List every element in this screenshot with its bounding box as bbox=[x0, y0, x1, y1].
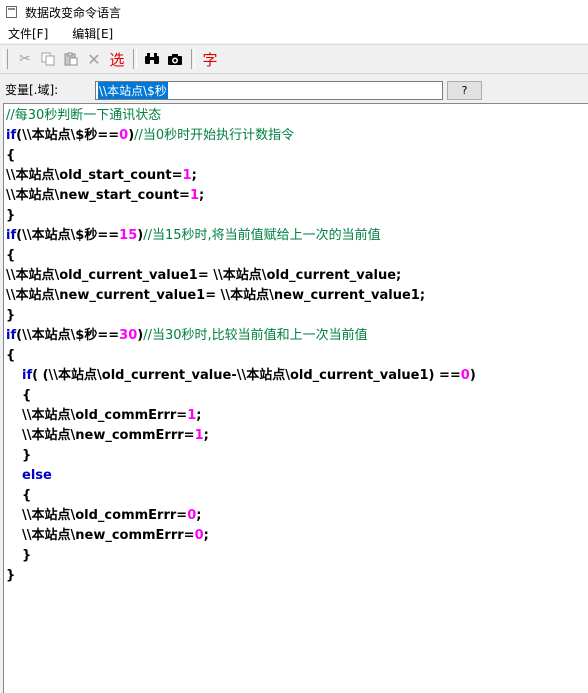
code-line: \\本站点\old_current_value1= \\本站点\old_curr… bbox=[4, 266, 588, 286]
code-keyword: if bbox=[6, 128, 17, 143]
variable-bar: 变量[.域]: \\本站点\$秒 ? bbox=[0, 76, 588, 102]
variable-input[interactable]: \\本站点\$秒 bbox=[95, 81, 443, 100]
code-text: (\\本站点\$秒== bbox=[16, 328, 120, 343]
code-number: 30 bbox=[119, 328, 138, 343]
code-line: if(\\本站点\$秒==0)//当0秒时开始执行计数指令 bbox=[4, 126, 588, 146]
copy-icon[interactable] bbox=[37, 48, 59, 70]
code-line: \\本站点\old_start_count=1; bbox=[4, 166, 588, 186]
code-text: } bbox=[6, 208, 16, 223]
code-line: { bbox=[4, 486, 588, 506]
code-text: \\本站点\new_commErrr= bbox=[22, 428, 195, 443]
code-text: ) bbox=[469, 368, 476, 383]
code-text: } bbox=[22, 448, 32, 463]
code-comment: //每30秒判断一下通讯状态 bbox=[6, 108, 162, 123]
code-text: (\\本站点\$秒== bbox=[16, 128, 120, 143]
code-text: \\本站点\old_commErrr= bbox=[22, 408, 188, 423]
code-text: { bbox=[22, 388, 32, 403]
code-keyword: if bbox=[6, 328, 17, 343]
code-text: } bbox=[6, 568, 16, 583]
code-text: \\本站点\new_current_value1= \\本站点\new_curr… bbox=[6, 288, 426, 303]
toolbar: ✂ ✕ 选 字 bbox=[0, 44, 588, 74]
code-text: ; bbox=[196, 408, 202, 423]
code-line: { bbox=[4, 386, 588, 406]
code-number: 0 bbox=[460, 368, 470, 383]
code-line: { bbox=[4, 146, 588, 166]
code-text: (\\本站点\$秒== bbox=[16, 228, 120, 243]
toolbar-separator bbox=[133, 49, 137, 69]
code-number: 1 bbox=[182, 168, 192, 183]
code-line: if( (\\本站点\old_current_value-\\本站点\old_c… bbox=[4, 366, 588, 386]
code-number: 15 bbox=[119, 228, 138, 243]
code-text: \\本站点\old_commErrr= bbox=[22, 508, 188, 523]
code-text: \\本站点\new_commErrr= bbox=[22, 528, 195, 543]
code-number: 0 bbox=[194, 528, 204, 543]
code-text: ; bbox=[191, 168, 197, 183]
code-line: } bbox=[4, 566, 588, 586]
code-number: 1 bbox=[189, 188, 199, 203]
code-text: ; bbox=[203, 428, 209, 443]
code-line: \\本站点\new_current_value1= \\本站点\new_curr… bbox=[4, 286, 588, 306]
code-number: 0 bbox=[119, 128, 129, 143]
title-bar: 数据改变命令语言 bbox=[0, 0, 588, 24]
code-text: { bbox=[6, 148, 16, 163]
code-line: if(\\本站点\$秒==15)//当15秒时,将当前值赋给上一次的当前值 bbox=[4, 226, 588, 246]
code-line: //每30秒判断一下通讯状态 bbox=[4, 106, 588, 126]
code-text: { bbox=[6, 248, 16, 263]
code-number: 1 bbox=[194, 428, 204, 443]
code-line: else bbox=[4, 466, 588, 486]
code-text: ; bbox=[198, 188, 205, 203]
code-text: { bbox=[6, 348, 16, 363]
code-line: } bbox=[4, 206, 588, 226]
code-number: 1 bbox=[187, 408, 197, 423]
code-editor[interactable]: //每30秒判断一下通讯状态 if(\\本站点\$秒==0)//当0秒时开始执行… bbox=[3, 103, 588, 693]
menu-bar: 文件[F] 编辑[E] bbox=[0, 24, 588, 43]
code-line: } bbox=[4, 546, 588, 566]
code-line: \\本站点\new_commErrr=1; bbox=[4, 426, 588, 446]
code-line: \\本站点\old_commErrr=1; bbox=[4, 406, 588, 426]
code-keyword: else bbox=[22, 468, 52, 483]
code-text: \\本站点\new_start_count= bbox=[6, 188, 190, 203]
code-text: } bbox=[6, 308, 16, 323]
font-button[interactable]: 字 bbox=[199, 48, 221, 70]
code-text: \\本站点\old_current_value1= \\本站点\old_curr… bbox=[6, 268, 402, 283]
code-text: \\本站点\old_start_count= bbox=[6, 168, 183, 183]
app-icon[interactable] bbox=[6, 6, 17, 18]
code-line: \\本站点\new_commErrr=0; bbox=[4, 526, 588, 546]
code-line: if(\\本站点\$秒==30)//当30秒时,比较当前值和上一次当前值 bbox=[4, 326, 588, 346]
code-text: } bbox=[22, 548, 32, 563]
window-title: 数据改变命令语言 bbox=[25, 5, 122, 20]
code-text: ; bbox=[203, 528, 209, 543]
variable-browse-button[interactable]: ? bbox=[447, 81, 482, 100]
delete-icon[interactable]: ✕ bbox=[83, 48, 105, 70]
toolbar-grip[interactable] bbox=[3, 49, 8, 69]
code-text: { bbox=[22, 488, 32, 503]
code-number: 0 bbox=[187, 508, 197, 523]
select-button[interactable]: 选 bbox=[106, 48, 128, 70]
code-line: { bbox=[4, 346, 588, 366]
menu-file[interactable]: 文件[F] bbox=[2, 25, 54, 42]
code-line: \\本站点\old_commErrr=0; bbox=[4, 506, 588, 526]
code-line: \\本站点\new_start_count=1; bbox=[4, 186, 588, 206]
code-text: ; bbox=[196, 508, 202, 523]
variable-value: \\本站点\$秒 bbox=[98, 82, 168, 99]
code-comment: //当30秒时,比较当前值和上一次当前值 bbox=[143, 328, 368, 343]
code-line: } bbox=[4, 446, 588, 466]
code-text: ( (\\本站点\old_current_value-\\本站点\old_cur… bbox=[32, 368, 461, 383]
camera-icon[interactable] bbox=[164, 48, 186, 70]
binoculars-icon[interactable] bbox=[141, 48, 163, 70]
code-keyword: if bbox=[6, 228, 17, 243]
code-line: } bbox=[4, 306, 588, 326]
code-comment: //当15秒时,将当前值赋给上一次的当前值 bbox=[143, 228, 381, 243]
code-keyword: if bbox=[22, 368, 33, 383]
menu-edit[interactable]: 编辑[E] bbox=[66, 25, 119, 42]
code-comment: //当0秒时开始执行计数指令 bbox=[134, 128, 295, 143]
paste-icon[interactable] bbox=[60, 48, 82, 70]
toolbar-separator bbox=[191, 49, 195, 69]
scissors-icon[interactable]: ✂ bbox=[14, 48, 36, 70]
code-line: { bbox=[4, 246, 588, 266]
variable-label: 变量[.域]: bbox=[5, 82, 59, 97]
